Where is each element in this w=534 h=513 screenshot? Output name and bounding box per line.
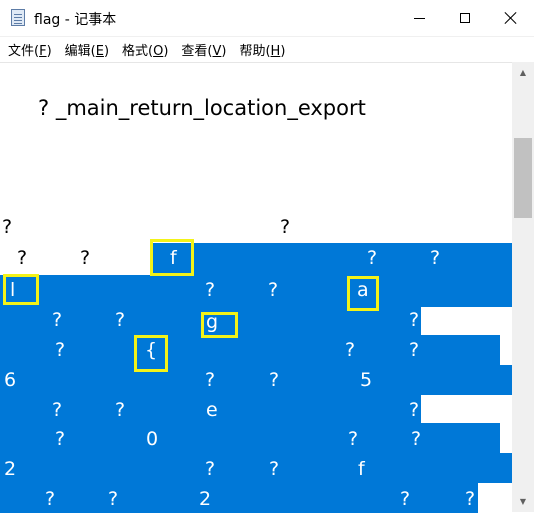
selection-highlight xyxy=(150,243,512,275)
close-icon xyxy=(505,12,517,24)
text-glyph: ? xyxy=(280,216,291,238)
highlight-box xyxy=(3,274,39,305)
minimize-icon xyxy=(413,17,425,19)
scroll-up-button[interactable]: ▲ xyxy=(512,64,534,81)
selection-highlight xyxy=(0,275,512,307)
menu-help[interactable]: 帮助(H) xyxy=(231,40,290,59)
minimize-button[interactable] xyxy=(396,0,442,36)
close-button[interactable] xyxy=(488,0,534,36)
text-glyph: 5 xyxy=(360,369,373,391)
text-glyph: ? xyxy=(2,216,13,238)
text-glyph: 6 xyxy=(4,369,17,391)
text-glyph: ? xyxy=(108,488,119,510)
text-glyph: ? xyxy=(345,339,356,361)
text-glyph: ? xyxy=(55,339,66,361)
text-glyph: ? xyxy=(205,458,216,480)
text-glyph: ? xyxy=(400,488,411,510)
window-title: flag - 记事本 xyxy=(34,12,117,28)
highlight-box xyxy=(201,312,238,338)
chevron-up-icon: ▲ xyxy=(519,68,527,77)
selection-highlight xyxy=(0,453,512,483)
notepad-icon xyxy=(11,9,25,26)
text-glyph: ? xyxy=(465,488,476,510)
text-glyph: ? xyxy=(409,309,420,331)
text-glyph: ? xyxy=(269,458,280,480)
text-glyph: ? xyxy=(409,339,420,361)
maximize-icon xyxy=(460,13,470,23)
maximize-button[interactable] xyxy=(442,0,488,36)
text-line-heading: ? _main_return_location_export xyxy=(38,96,366,120)
highlight-box xyxy=(134,335,168,372)
text-glyph: f xyxy=(358,458,365,480)
text-glyph: ? xyxy=(52,309,63,331)
text-editor-area[interactable]: ? _main_return_location_export ? ? ? ? f… xyxy=(0,62,512,513)
highlight-box xyxy=(150,239,194,276)
text-glyph: ? xyxy=(411,428,422,450)
selection-highlight xyxy=(0,423,500,453)
text-glyph: ? xyxy=(268,279,279,301)
text-glyph: ? xyxy=(17,247,28,269)
text-glyph: ? xyxy=(205,369,216,391)
text-glyph: ? xyxy=(45,488,56,510)
menu-file[interactable]: 文件(F) xyxy=(0,40,57,59)
scroll-down-button[interactable]: ▼ xyxy=(512,493,534,510)
text-glyph: ? xyxy=(348,428,359,450)
selection-highlight xyxy=(0,335,500,365)
title-bar: flag - 记事本 xyxy=(0,0,534,37)
text-glyph: 2 xyxy=(199,488,212,510)
menu-view[interactable]: 查看(V) xyxy=(173,40,231,59)
highlight-box xyxy=(347,276,379,311)
text-glyph: ? xyxy=(367,247,378,269)
menu-bar: 文件(F) 编辑(E) 格式(O) 查看(V) 帮助(H) xyxy=(0,37,534,61)
text-glyph: ? xyxy=(269,369,280,391)
text-glyph: 0 xyxy=(146,428,159,450)
vertical-scrollbar[interactable]: ▲ ▼ xyxy=(512,62,534,512)
menu-edit[interactable]: 编辑(E) xyxy=(57,40,114,59)
text-glyph: e xyxy=(206,399,218,421)
text-glyph: ? xyxy=(80,247,91,269)
selection-highlight xyxy=(0,365,512,395)
chevron-down-icon: ▼ xyxy=(519,497,527,506)
text-glyph: ? xyxy=(55,428,66,450)
scrollbar-thumb[interactable] xyxy=(514,138,532,218)
text-glyph: ? xyxy=(430,247,441,269)
text-glyph: ? xyxy=(52,399,63,421)
menu-format[interactable]: 格式(O) xyxy=(114,40,173,59)
text-glyph: ? xyxy=(115,399,126,421)
text-glyph: ? xyxy=(205,279,216,301)
text-glyph: 2 xyxy=(4,458,17,480)
text-glyph: ? xyxy=(409,399,420,421)
text-glyph: ? xyxy=(115,309,126,331)
